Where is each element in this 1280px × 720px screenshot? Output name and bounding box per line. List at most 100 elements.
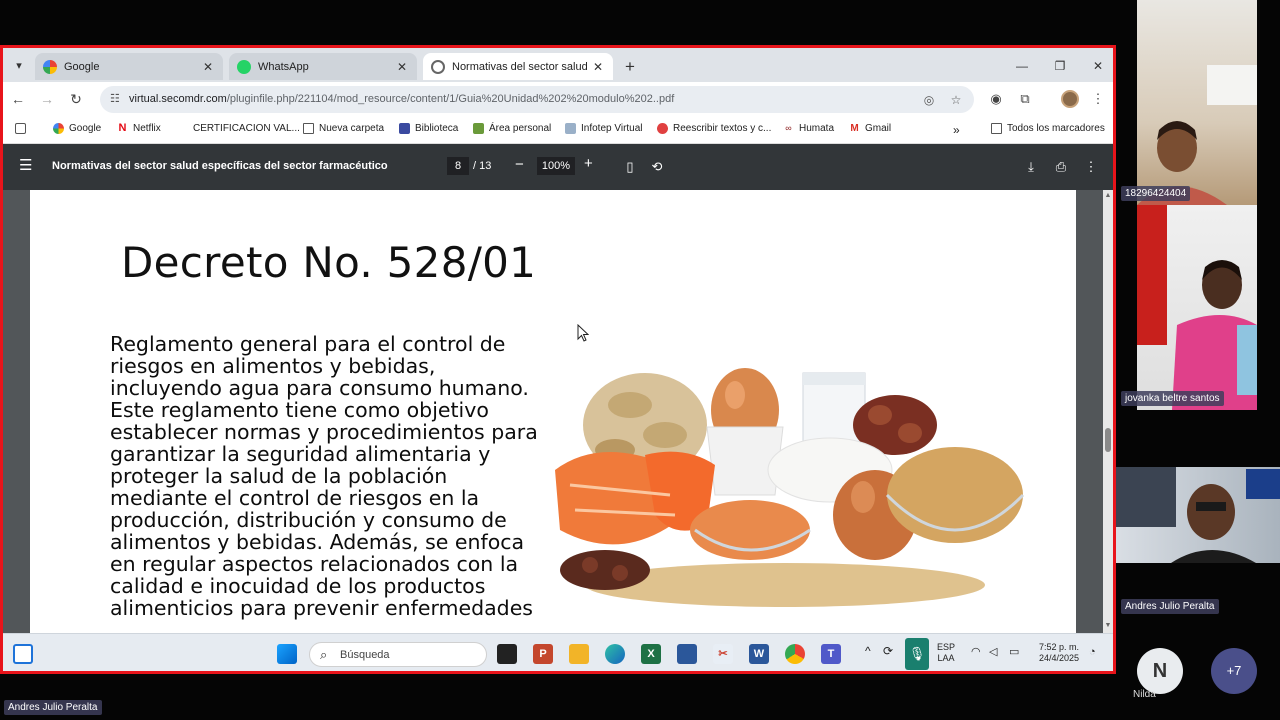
clock[interactable]: 7:52 p. m. 24/4/2025 — [1033, 642, 1085, 664]
zoom-out-icon[interactable]: − — [515, 156, 524, 173]
tab-whatsapp[interactable]: WhatsApp ✕ — [229, 53, 417, 80]
language-indicator[interactable]: ESP LAA — [937, 642, 955, 664]
site-icon — [473, 123, 484, 134]
egg-highlight-shape — [851, 481, 875, 513]
milk-top-shape — [803, 373, 865, 385]
infotep-icon — [565, 123, 576, 134]
task-view-icon[interactable] — [497, 644, 517, 664]
head-shape — [1187, 484, 1235, 540]
close-icon[interactable]: ✕ — [395, 60, 409, 74]
participant-video-3[interactable] — [1116, 467, 1280, 563]
taskbar-search-input[interactable]: ⌕ Búsqueda — [309, 642, 487, 667]
close-icon[interactable]: ✕ — [591, 60, 605, 74]
blank-icon — [177, 123, 188, 134]
bookmark-gmail[interactable]: M Gmail — [849, 123, 891, 134]
chrome-icon[interactable] — [785, 644, 805, 664]
excel-icon[interactable]: X — [641, 644, 661, 664]
print-icon[interactable]: ⎙ — [1051, 157, 1071, 177]
store-icon[interactable] — [677, 644, 697, 664]
word-icon[interactable]: W — [749, 644, 769, 664]
battery-icon[interactable]: ▭ — [1009, 647, 1019, 658]
address-bar[interactable]: ☷ virtual.secomdr.com/pluginfile.php/221… — [100, 86, 974, 113]
pdf-document-title: Normativas del sector salud específicas … — [52, 160, 388, 172]
extensions-puzzle-icon[interactable]: ⧉ — [1015, 89, 1035, 109]
pdf-viewport[interactable]: Decreto No. 528/01 Reglamento general pa… — [3, 190, 1113, 633]
ac-unit-shape — [1207, 65, 1257, 105]
download-icon[interactable]: ⤓ — [1021, 157, 1041, 177]
tab-search-chevron-icon[interactable]: ▾ — [9, 56, 29, 76]
snipping-tool-icon[interactable]: ✂ — [713, 644, 733, 664]
poster-shape — [1246, 469, 1280, 499]
file-explorer-icon[interactable] — [569, 644, 589, 664]
rotate-icon[interactable]: ⟲ — [647, 157, 667, 177]
new-tab-button[interactable]: + — [619, 56, 641, 78]
bookmark-netflix[interactable]: N Netflix — [117, 123, 161, 135]
humata-icon: ∞ — [785, 123, 792, 133]
profile-avatar[interactable] — [1061, 90, 1079, 108]
tab-google[interactable]: Google ✕ — [35, 53, 223, 80]
zoom-level-input[interactable]: 100% — [537, 157, 575, 175]
reload-icon[interactable]: ↻ — [66, 89, 86, 109]
pdf-more-icon[interactable]: ⋮ — [1081, 157, 1101, 177]
shield-icon — [399, 123, 410, 134]
scroll-up-icon[interactable]: ▲ — [1104, 192, 1112, 199]
minimize-icon[interactable]: — — [1011, 56, 1033, 76]
site-info-icon[interactable]: ☷ — [110, 92, 124, 106]
windows-start-icon[interactable] — [277, 644, 297, 664]
window-close-icon[interactable]: ✕ — [1087, 56, 1109, 76]
participant-name-nilda: Nilda — [1133, 689, 1156, 700]
bookmark-infotep[interactable]: Infotep Virtual — [565, 123, 643, 134]
tab-normativas[interactable]: Normativas del sector salud esp ✕ — [423, 53, 613, 80]
egg-highlight-shape — [725, 381, 745, 409]
google-icon — [43, 59, 57, 74]
fit-page-icon[interactable]: ▯ — [620, 157, 640, 177]
gmail-icon: M — [850, 123, 859, 134]
more-bookmarks-icon[interactable]: » — [953, 123, 960, 137]
participant-avatar-nilda[interactable]: N — [1137, 648, 1183, 694]
powerpoint-icon[interactable]: P — [533, 644, 553, 664]
participant-name-2: jovanka beltre santos — [1121, 391, 1224, 406]
teams-icon[interactable]: T — [821, 644, 841, 664]
wifi-icon[interactable]: ◠ — [971, 647, 981, 658]
bookmark-reescribir[interactable]: Reescribir textos y c... — [657, 123, 771, 134]
forward-icon[interactable]: → — [37, 89, 57, 109]
sync-icon[interactable]: ⟳ — [883, 645, 893, 657]
tray-chevron-up-icon[interactable]: ^ — [865, 645, 871, 657]
all-bookmarks-button[interactable]: Todos los marcadores — [991, 123, 1105, 134]
edge-icon[interactable] — [605, 644, 625, 664]
close-icon[interactable]: ✕ — [201, 60, 215, 74]
bookmark-humata[interactable]: ∞ Humata — [783, 123, 834, 134]
zoom-in-icon[interactable]: + — [584, 155, 593, 172]
search-icon: ⌕ — [320, 647, 328, 662]
notifications-icon[interactable]: ◔ — [1089, 647, 1096, 658]
hamburger-menu-icon[interactable]: ☰ — [19, 158, 32, 174]
google-icon — [53, 123, 64, 134]
pdf-scrollbar[interactable]: ▲ ▼ — [1103, 190, 1113, 633]
scroll-thumb[interactable] — [1105, 428, 1111, 452]
scroll-down-icon[interactable]: ▼ — [1104, 622, 1112, 629]
bookmark-certificacion[interactable]: CERTIFICACION VAL... — [177, 123, 300, 134]
star-icon[interactable]: ☆ — [947, 91, 965, 109]
bookmarks-bar: Google N Netflix CERTIFICACION VAL... Nue… — [3, 116, 1113, 144]
bookmark-biblioteca[interactable]: Biblioteca — [399, 123, 458, 134]
bookmark-area-personal[interactable]: Área personal — [473, 123, 551, 134]
widgets-icon[interactable] — [13, 644, 33, 664]
bookmark-nueva-carpeta[interactable]: Nueva carpeta — [303, 123, 384, 134]
microphone-icon[interactable]: 🎙 — [905, 638, 929, 670]
participant-video-1[interactable] — [1137, 0, 1257, 205]
participant-video-2[interactable] — [1137, 205, 1257, 410]
volume-icon[interactable]: ◁ — [989, 647, 997, 658]
eye-slash-icon[interactable]: ◎ — [920, 91, 938, 109]
back-icon[interactable]: ← — [8, 89, 28, 109]
restore-icon[interactable]: ❐ — [1049, 56, 1071, 76]
hazelnut-shape — [898, 423, 922, 443]
page-number-input[interactable]: 8 — [447, 157, 469, 175]
kebab-menu-icon[interactable]: ⋮ — [1088, 89, 1108, 109]
apps-grid-icon[interactable] — [15, 123, 31, 134]
shared-screen: ▾ Google ✕ WhatsApp ✕ Normativas del sec… — [0, 45, 1116, 674]
more-participants-button[interactable]: +7 — [1211, 648, 1257, 694]
participant-figure — [1116, 467, 1280, 563]
rewrite-icon — [657, 123, 668, 134]
extension-lens-icon[interactable]: ◉ — [986, 89, 1006, 109]
bookmark-google[interactable]: Google — [53, 123, 101, 134]
